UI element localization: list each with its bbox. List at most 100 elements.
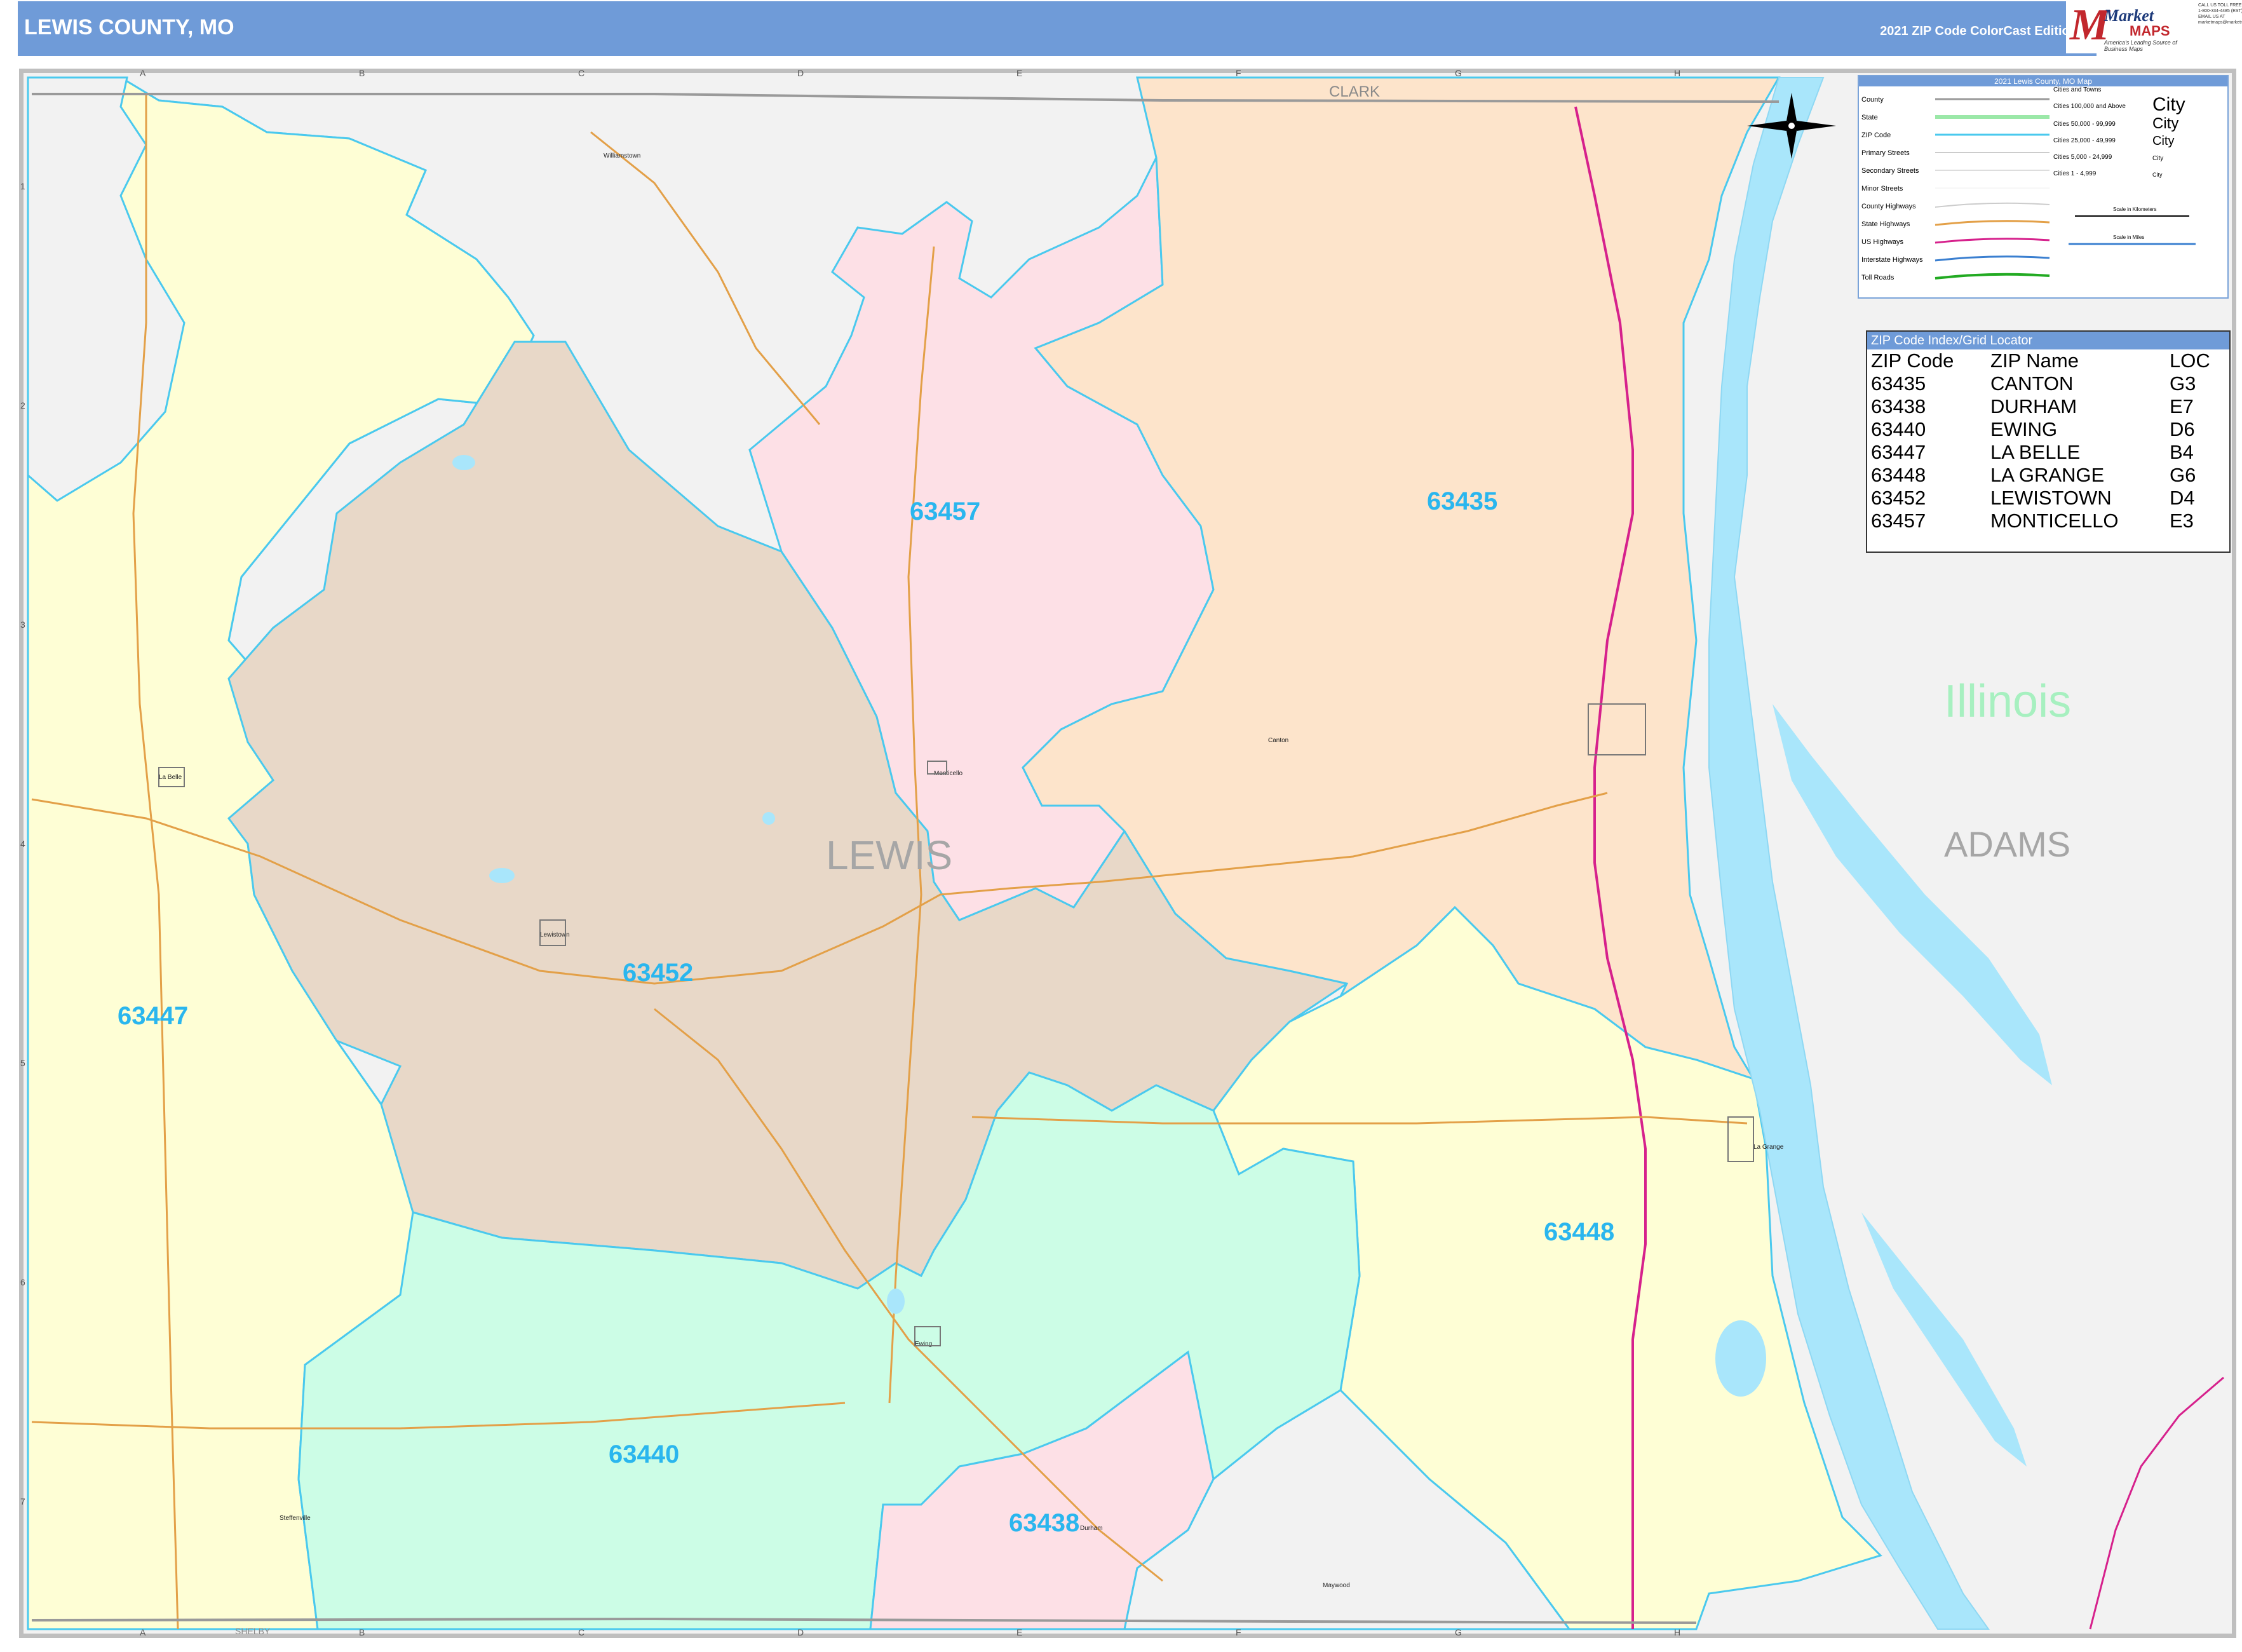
legend-item: Interstate Highways bbox=[1861, 256, 1923, 264]
town-label: Steffenville bbox=[280, 1515, 311, 1522]
zip-name-cell: EWING bbox=[1990, 418, 2058, 440]
scale-bars: Scale in Kilometers Scale in Miles bbox=[2069, 207, 2196, 245]
city-sample: City bbox=[2152, 155, 2163, 162]
zip-label-63452: 63452 bbox=[623, 959, 693, 987]
grid-row: 2 bbox=[20, 400, 25, 410]
grid-row: 6 bbox=[20, 1277, 25, 1287]
grid-col: A bbox=[140, 69, 146, 78]
logo-tagline: America's Leading Source of Business Map… bbox=[2104, 39, 2177, 52]
zip-loc-cell: B4 bbox=[2169, 441, 2194, 463]
grid-col: A bbox=[140, 1627, 146, 1637]
zip-code-cell: 63440 bbox=[1871, 418, 1926, 440]
zip-name-cell: LA GRANGE bbox=[1990, 464, 2105, 486]
city-range: Cities 100,000 and Above bbox=[2053, 103, 2126, 110]
grid-col: G bbox=[1455, 1627, 1462, 1637]
city-range: Cities 1 - 4,999 bbox=[2053, 170, 2097, 177]
map-title: LEWIS COUNTY, MO bbox=[24, 15, 234, 39]
grid-col: H bbox=[1674, 1627, 1680, 1637]
contact-line: 1-800-334-4485 (EST) bbox=[2198, 9, 2242, 13]
zip-name-cell: CANTON bbox=[1990, 372, 2074, 395]
map-legend: 2021 Lewis County, MO Map County State Z… bbox=[1858, 75, 2229, 299]
grid-row: 3 bbox=[20, 620, 25, 630]
cities-header: Cities and Towns bbox=[2053, 86, 2101, 93]
market-maps-logo: M Market MAPS America's Leading Source o… bbox=[2066, 1, 2193, 53]
zip-label-63457: 63457 bbox=[910, 498, 980, 525]
grid-col: B bbox=[359, 69, 365, 78]
zip-code-cell: 63438 bbox=[1871, 395, 1926, 417]
zip-name-cell: LEWISTOWN bbox=[1990, 487, 2112, 509]
town-label: Canton bbox=[1268, 737, 1288, 744]
county-label: LEWIS bbox=[826, 832, 952, 878]
grid-col: B bbox=[359, 1627, 365, 1637]
grid-col: D bbox=[797, 69, 804, 78]
zip-loc-cell: G6 bbox=[2169, 464, 2196, 486]
zip-code-cell: 63435 bbox=[1871, 372, 1926, 395]
zip-label-63440: 63440 bbox=[609, 1440, 679, 1468]
legend-item: Secondary Streets bbox=[1861, 167, 1919, 175]
legend-item: County Highways bbox=[1861, 203, 1916, 210]
map-header: LEWIS COUNTY, MO 2021 ZIP Code ColorCast… bbox=[18, 1, 2097, 56]
zip-name-cell: LA BELLE bbox=[1990, 441, 2081, 463]
legend-title: 2021 Lewis County, MO Map bbox=[1859, 76, 2227, 86]
town-label: La Belle bbox=[159, 774, 182, 781]
grid-row: 5 bbox=[20, 1058, 25, 1068]
town-label: Durham bbox=[1080, 1525, 1103, 1532]
table-row: 63447 LA BELLE B4 bbox=[1867, 441, 2229, 464]
zip-index-header: LOC bbox=[2169, 349, 2210, 372]
zip-index-header: ZIP Name bbox=[1990, 349, 2079, 372]
legend-item: Toll Roads bbox=[1861, 274, 1894, 281]
grid-col: E bbox=[1016, 1627, 1022, 1637]
legend-cities: Cities and Towns Cities 100,000 and Abov… bbox=[2053, 86, 2185, 178]
grid-col: G bbox=[1455, 69, 1462, 78]
zip-code-cell: 63457 bbox=[1871, 510, 1926, 532]
town-label: Maywood bbox=[1323, 1582, 1350, 1589]
grid-row: 7 bbox=[20, 1496, 25, 1506]
grid-row: 4 bbox=[20, 839, 25, 849]
zip-label-63435: 63435 bbox=[1427, 487, 1497, 515]
logo-m-icon: M bbox=[2070, 1, 2110, 50]
legend-item: ZIP Code bbox=[1861, 132, 1891, 139]
grid-col: D bbox=[797, 1627, 804, 1637]
zip-code-cell: 63448 bbox=[1871, 464, 1926, 486]
grid-col: H bbox=[1674, 69, 1680, 78]
scale-km-label: Scale in Kilometers bbox=[2113, 207, 2156, 212]
logo-brand-bottom: MAPS bbox=[2130, 23, 2170, 39]
legend-item: Primary Streets bbox=[1861, 149, 1910, 157]
zip-name-cell: MONTICELLO bbox=[1990, 510, 2119, 532]
city-sample: City bbox=[2152, 115, 2178, 132]
zip-name-cell: DURHAM bbox=[1990, 395, 2077, 417]
town-label: Ewing bbox=[915, 1341, 932, 1348]
zip-code-cell: 63447 bbox=[1871, 441, 1926, 463]
legend-item: US Highways bbox=[1861, 238, 1904, 246]
town-label: La Grange bbox=[1753, 1144, 1784, 1151]
edition-label: 2021 ZIP Code ColorCast Edition bbox=[1880, 24, 2077, 38]
contact-line: EMAIL US AT bbox=[2198, 15, 2225, 19]
legend-items: County State ZIP Code Primary Streets Se… bbox=[1861, 96, 1923, 281]
grid-col: C bbox=[578, 1627, 584, 1637]
contact-line: marketmaps@marketmaps.com bbox=[2198, 20, 2242, 25]
legend-item: State Highways bbox=[1861, 220, 1910, 228]
legend-item: Minor Streets bbox=[1861, 185, 1903, 193]
city-sample: City bbox=[2152, 172, 2163, 178]
zip-loc-cell: E7 bbox=[2169, 395, 2194, 417]
contact-line: CALL US TOLL FREE bbox=[2198, 3, 2242, 8]
map-canvas[interactable]: A B C D E F G H A B C D E F G H 1 2 3 4 … bbox=[15, 64, 2241, 1642]
zip-index-title: ZIP Code Index/Grid Locator bbox=[1867, 332, 2229, 349]
zip-label-63447: 63447 bbox=[118, 1002, 188, 1030]
table-row: 63452 LEWISTOWN D4 bbox=[1867, 487, 2229, 510]
table-row: 63440 EWING D6 bbox=[1867, 418, 2229, 441]
neighbor-east-state-label: Illinois bbox=[1944, 676, 2071, 727]
scale-mi-label: Scale in Miles bbox=[2113, 234, 2144, 240]
grid-col: C bbox=[578, 69, 584, 78]
table-row: 63435 CANTON G3 bbox=[1867, 372, 2229, 395]
zip-loc-cell: D6 bbox=[2169, 418, 2195, 440]
grid-col: E bbox=[1016, 69, 1022, 78]
neighbor-south-label: SHELBY bbox=[235, 1626, 271, 1636]
town-label: Williamstown bbox=[604, 152, 640, 159]
neighbor-east-county-label: ADAMS bbox=[1944, 824, 2070, 864]
zip-loc-cell: G3 bbox=[2169, 372, 2196, 395]
zip-index-panel: ZIP Code Index/Grid Locator ZIP Code ZIP… bbox=[1866, 330, 2231, 553]
legend-item: State bbox=[1861, 114, 1878, 121]
zip-label-63448: 63448 bbox=[1544, 1218, 1614, 1246]
zip-label-63438: 63438 bbox=[1009, 1509, 1079, 1537]
